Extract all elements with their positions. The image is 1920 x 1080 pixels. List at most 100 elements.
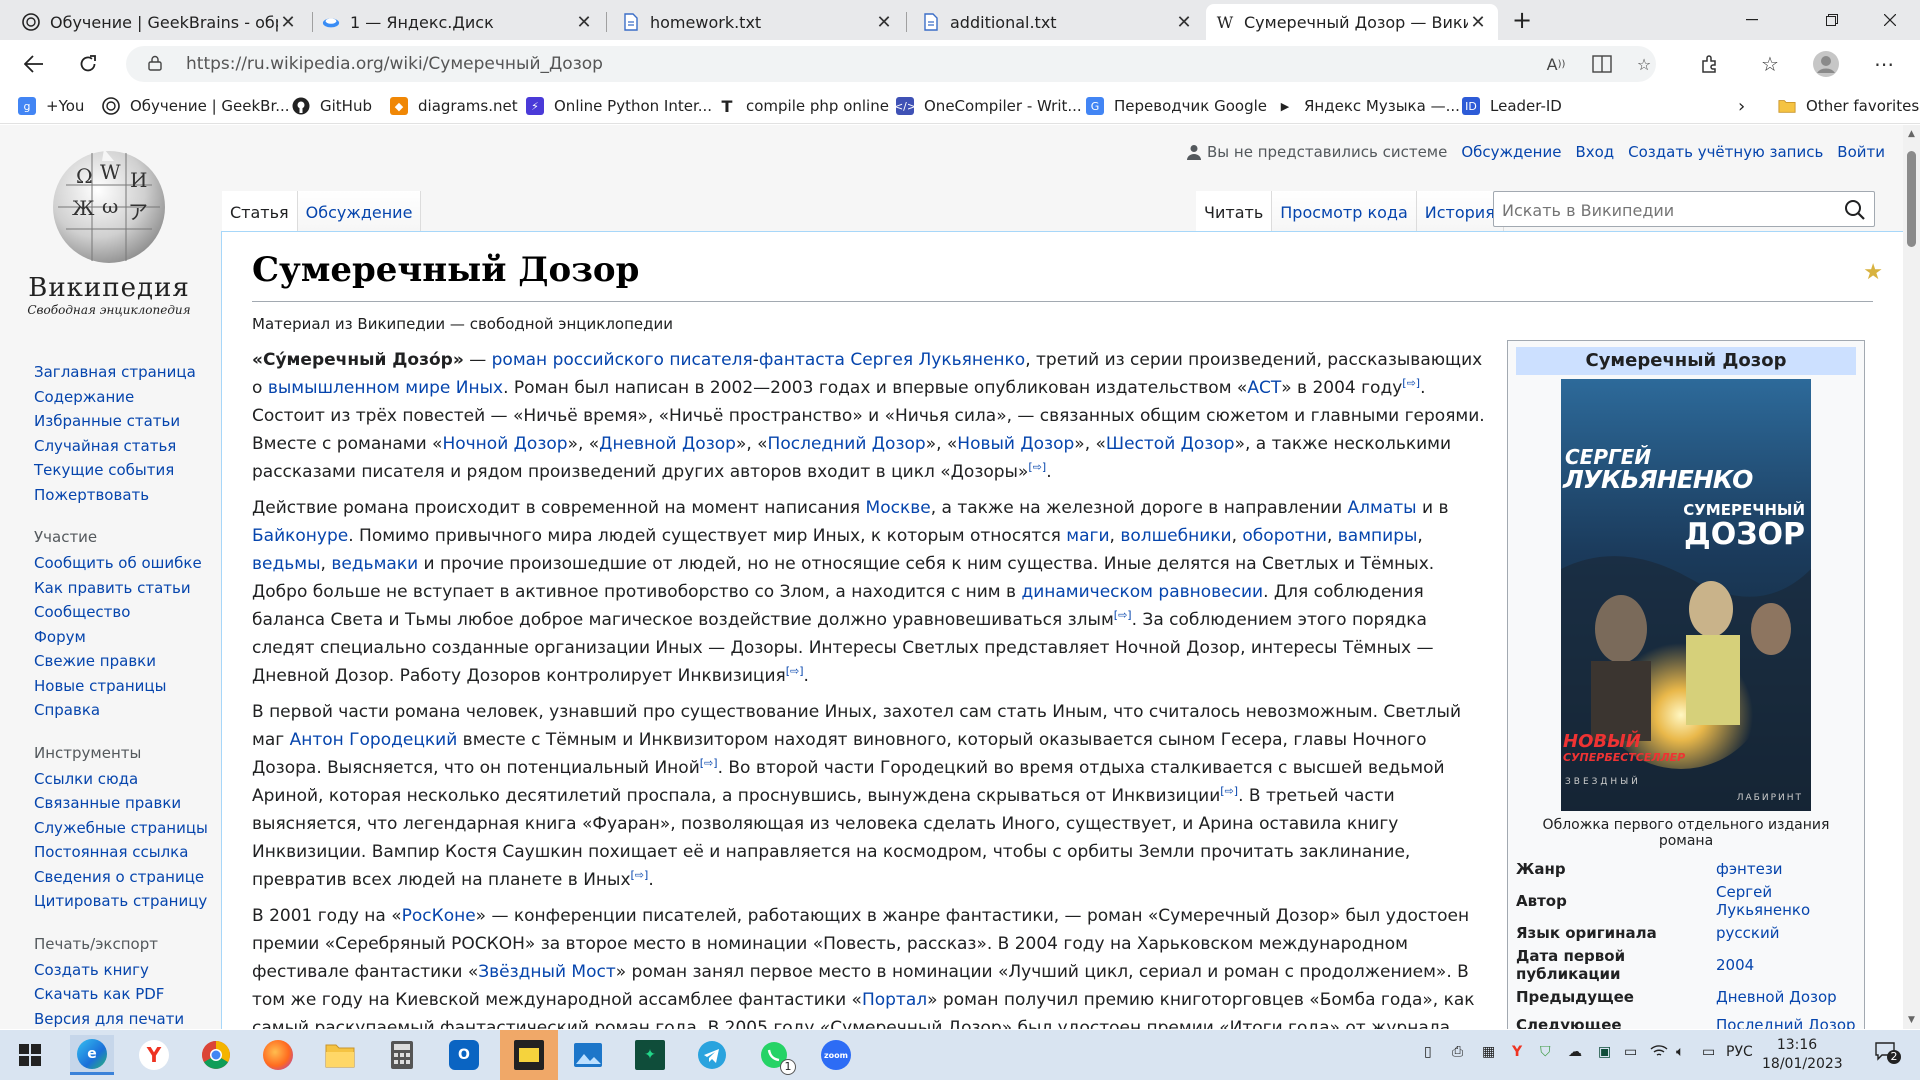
wikipedia-logo[interactable]: Ω W И Ж ω ア Википедия Свободная энциклоп… [24, 145, 194, 325]
close-icon[interactable]: ✕ [874, 12, 894, 33]
infobox-value[interactable]: русский [1716, 919, 1856, 947]
taskbar-explorer[interactable] [318, 1035, 362, 1075]
system-clock[interactable]: 13:16 18/01/2023 [1762, 1036, 1843, 1074]
sidebar-item-download-pdf[interactable]: Скачать как PDF [34, 982, 224, 1007]
taskbar-zoom[interactable]: zoom [814, 1035, 858, 1075]
article-link[interactable]: роман [492, 350, 548, 370]
article-link[interactable]: Сергея Лукьяненко [850, 350, 1025, 370]
book-cover-image[interactable]: СЕРГЕЙ ЛУКЬЯНЕНКО СУМЕРЕЧНЫЙ ДОЗОР НОВЫЙ… [1561, 379, 1811, 811]
reference-link[interactable]: [⇨] [700, 756, 718, 769]
yandex-tray-icon[interactable]: Y [1512, 1044, 1522, 1060]
taskbar-edge[interactable]: e [70, 1035, 114, 1075]
browser-tab-active[interactable]: W Сумеречный Дозор — Википед ✕ [1206, 4, 1498, 40]
volume-icon[interactable]: 🔈︎ [1676, 1044, 1684, 1060]
page-scrollbar[interactable]: ▲ ▼ [1903, 125, 1920, 1029]
favorite-item[interactable]: ID Leader-ID [1462, 94, 1562, 118]
user-talk-link[interactable]: Обсуждение [1461, 143, 1561, 161]
favorite-item[interactable]: ◆ diagrams.net [390, 94, 518, 118]
sidebar-item-related-changes[interactable]: Связанные правки [34, 791, 224, 816]
reference[interactable]: [⇨] [786, 664, 804, 677]
sidebar-item-cite[interactable]: Цитировать страницу [34, 889, 224, 914]
minimize-button[interactable] [1724, 0, 1780, 40]
extensions-icon[interactable] [1694, 48, 1726, 80]
sidebar-item-help[interactable]: Справка [34, 698, 224, 723]
infobox-value[interactable]: фэнтези [1716, 855, 1856, 883]
sidebar-item-featured[interactable]: Избранные статьи [34, 409, 224, 434]
infobox-value[interactable]: 2004 [1716, 947, 1856, 983]
chevron-right-icon[interactable]: › [1738, 94, 1745, 118]
article-link[interactable]: Дневной Дозор [599, 434, 736, 454]
taskbar-pycharm[interactable]: ✦ [628, 1035, 672, 1075]
other-favorites[interactable]: Other favorites [1778, 94, 1919, 118]
article-link[interactable]: оборотни [1242, 526, 1327, 546]
sidebar-item-print-version[interactable]: Версия для печати [34, 1007, 224, 1030]
sidebar-item-donate[interactable]: Пожертвовать [34, 483, 224, 508]
article-link[interactable]: Шестой Дозор [1106, 434, 1235, 454]
article-link[interactable]: Новый Дозор [957, 434, 1074, 454]
tab-read[interactable]: Читать [1196, 191, 1273, 231]
create-account-link[interactable]: Создать учётную запись [1628, 143, 1823, 161]
language-indicator[interactable]: РУС [1726, 1044, 1753, 1060]
infobox-value[interactable]: Последний Дозор [1716, 1011, 1856, 1029]
taskbar-outlook[interactable]: O [442, 1035, 486, 1075]
sidebar-item-forum[interactable]: Форум [34, 625, 224, 650]
favorite-item[interactable]: ▶ Яндекс Музыка —... [1276, 94, 1460, 118]
battery-icon[interactable]: ▭ [1702, 1044, 1715, 1060]
search-icon[interactable] [1844, 199, 1866, 221]
tray-app-icon[interactable]: ▦ [1482, 1044, 1495, 1060]
reference[interactable]: [⇨] [1114, 608, 1132, 621]
infobox-value[interactable]: Дневной Дозор [1716, 983, 1856, 1011]
article-link[interactable]: фантаста [759, 350, 845, 370]
article-link[interactable]: динамическом равновесии [1021, 582, 1263, 602]
article-link[interactable]: маги [1066, 526, 1109, 546]
reference-link[interactable]: [⇨] [786, 664, 804, 677]
reference[interactable]: [⇨] [700, 756, 718, 769]
add-favorite-icon[interactable]: ☆ [1632, 52, 1656, 76]
taskbar-sticky-notes[interactable] [500, 1030, 558, 1080]
article-link[interactable]: вампиры [1338, 526, 1418, 546]
reference-link[interactable]: [⇨] [1028, 460, 1046, 473]
article-link[interactable]: вымышленном мире Иных [268, 378, 503, 398]
year-link[interactable]: 2004 [1716, 956, 1754, 974]
taskbar-calculator[interactable] [380, 1035, 424, 1075]
favorite-item[interactable]: T compile php online [718, 94, 889, 118]
lock-icon[interactable] [148, 55, 162, 71]
close-icon[interactable]: ✕ [1174, 12, 1194, 33]
favorite-item[interactable]: G Переводчик Google [1086, 94, 1267, 118]
infobox-value[interactable]: Сергей Лукьяненко [1716, 883, 1856, 919]
sidebar-item-page-info[interactable]: Сведения о странице [34, 865, 224, 890]
reference[interactable]: [⇨] [1028, 460, 1046, 473]
tab-history[interactable]: История [1416, 191, 1504, 231]
sidebar-item-random[interactable]: Случайная статья [34, 434, 224, 459]
notifications-icon[interactable]: 2 [1874, 1040, 1901, 1066]
contributions-login-link[interactable]: Вход [1575, 143, 1614, 161]
printer-icon[interactable]: ⎙ [1452, 1044, 1463, 1060]
sidebar-item-permanent-link[interactable]: Постоянная ссылка [34, 840, 224, 865]
article-link[interactable]: ведьмы [252, 554, 321, 574]
tab-view-source[interactable]: Просмотр кода [1272, 191, 1417, 231]
sidebar-item-new-pages[interactable]: Новые страницы [34, 674, 224, 699]
display-icon[interactable]: ▭ [1624, 1044, 1637, 1060]
taskbar-whatsapp[interactable]: 1 [752, 1035, 796, 1075]
taskbar-chrome[interactable] [194, 1035, 238, 1075]
reference-link[interactable]: [⇨] [1402, 376, 1420, 389]
search-input[interactable] [1502, 198, 1822, 222]
favorite-item[interactable]: </> OneCompiler - Writ... [894, 94, 1082, 118]
sidebar-item-recent-changes[interactable]: Свежие правки [34, 649, 224, 674]
immersive-reader-icon[interactable] [1590, 52, 1614, 76]
settings-menu-icon[interactable]: ⋯ [1868, 48, 1900, 80]
favorites-icon[interactable]: ☆ [1754, 48, 1786, 80]
close-icon[interactable]: ✕ [1468, 12, 1488, 33]
usb-icon[interactable]: ▯ [1424, 1044, 1432, 1060]
scrollbar-thumb[interactable] [1907, 151, 1916, 247]
favorite-item[interactable]: Обучение | GeekBr... [102, 94, 290, 118]
onedrive-icon[interactable]: ☁ [1568, 1044, 1582, 1060]
favorite-item[interactable]: ⚡ Online Python Inter... [526, 94, 712, 118]
article-link[interactable]: РосКоне [402, 906, 476, 926]
previous-book-link[interactable]: Дневной Дозор [1716, 988, 1837, 1006]
sidebar-item-main-page[interactable]: Заглавная страница [34, 360, 224, 385]
article-link[interactable]: Ночной Дозор [442, 434, 567, 454]
reference-link[interactable]: [⇨] [1220, 784, 1238, 797]
article-link[interactable]: писателя [669, 350, 752, 370]
article-link[interactable]: Антон Городецкий [290, 730, 458, 750]
